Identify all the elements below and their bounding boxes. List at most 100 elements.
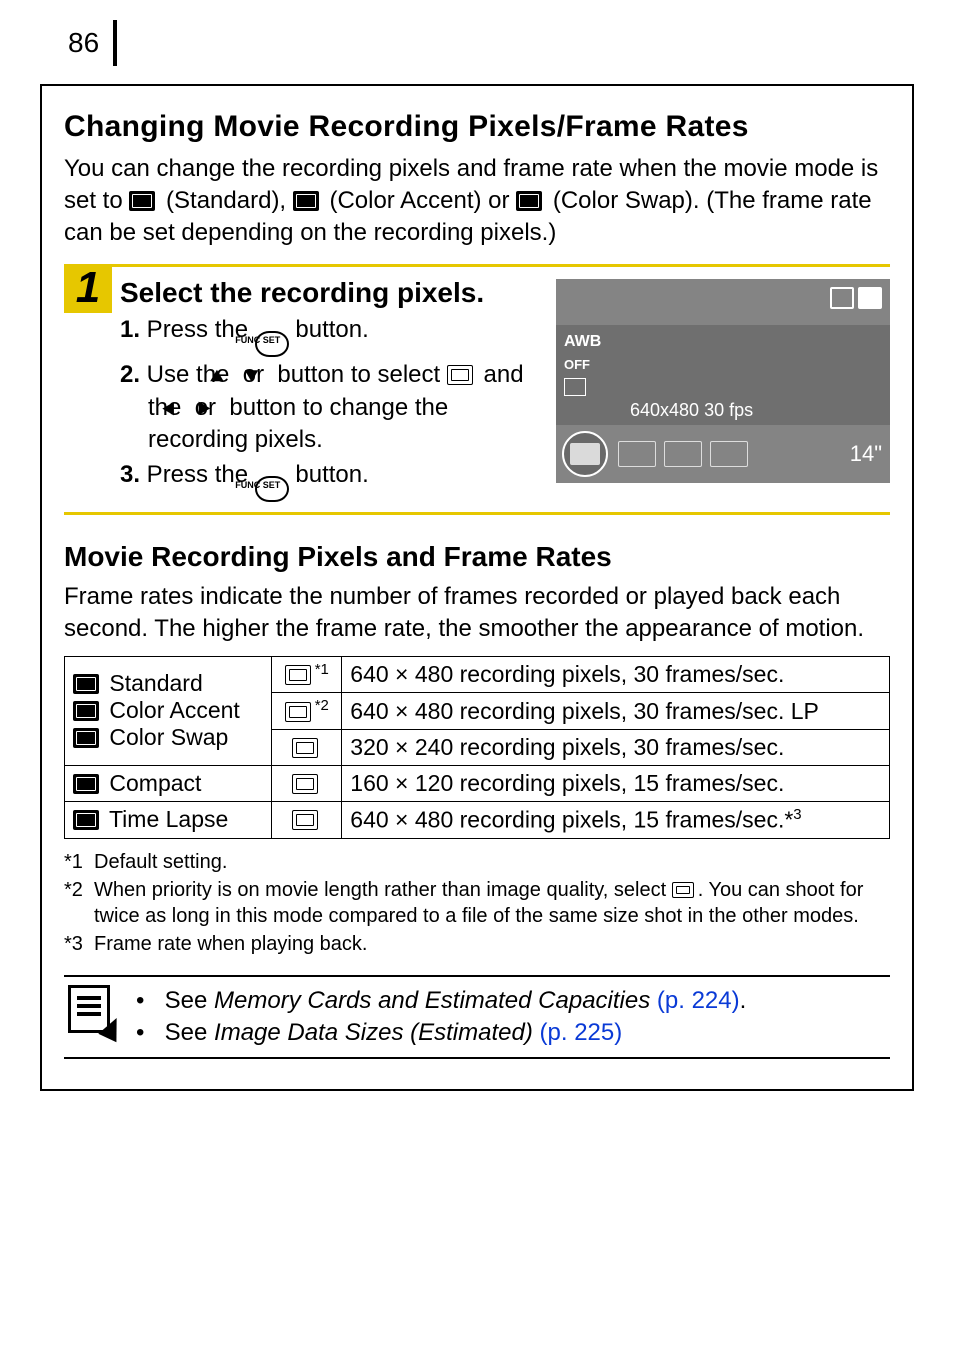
step-block: 1 AWB OFF 640x480 30 fps [64,264,890,515]
footnote-3: *3Frame rate when playing back. [64,931,890,957]
table-row: Standard Color Accent Color Swap *1 640 … [65,656,890,693]
footnote-2: *2When priority is on movie length rathe… [64,877,890,929]
preview-top-icons [830,287,882,309]
sup: *2 [315,697,329,714]
step-body: AWB OFF 640x480 30 fps 14" Select the re… [120,277,890,504]
mode-label: Compact [103,770,201,796]
color-accent-icon [73,701,99,721]
footnotes: *1Default setting. *2When priority is on… [64,849,890,957]
substep-3-num: 3. [120,461,140,488]
note-box: See Memory Cards and Estimated Capacitie… [64,975,890,1060]
res-640-icon [447,365,473,385]
desc-cell: 320 × 240 recording pixels, 30 frames/se… [342,729,890,765]
res-640-icon [292,810,318,830]
desc-cell: 160 × 120 recording pixels, 15 frames/se… [342,765,890,801]
page: 86 Changing Movie Recording Pixels/Frame… [0,0,954,1131]
res-160-icon [292,774,318,794]
mode-label: Color Accent [103,697,240,723]
preview-res-opt-2 [664,441,702,467]
footnote-key: *3 [64,931,94,957]
substep-2-num: 2. [120,361,140,388]
color-accent-icon [293,191,319,211]
desc-cell: 640 × 480 recording pixels, 30 frames/se… [342,693,890,730]
modes-cell: Time Lapse [65,801,272,838]
note-italic: Image Data Sizes (Estimated) [214,1019,533,1046]
note-list: See Memory Cards and Estimated Capacitie… [136,985,746,1050]
preview-selected-res-inner [570,443,600,465]
footnote-text: Default setting. [94,849,227,875]
footnote-text: Frame rate when playing back. [94,931,367,957]
section1-intro: You can change the recording pixels and … [64,153,890,250]
time-lapse-icon [73,810,99,830]
footnote-1: *1Default setting. [64,849,890,875]
desc-text: 640 × 480 recording pixels, 15 frames/se… [350,807,793,833]
pix-cell: *1 [272,656,342,693]
modes-cell: Compact [65,765,272,801]
header-divider [113,20,117,66]
content-frame: Changing Movie Recording Pixels/Frame Ra… [40,84,914,1091]
preview-bottom-row: 14" [562,431,882,477]
preview-osd: 640x480 30 fps [630,400,753,421]
note-dot: . [740,987,747,1014]
table-row: Time Lapse 640 × 480 recording pixels, 1… [65,801,890,838]
res-640-icon [285,665,311,685]
pix-cell [272,801,342,838]
intro-text-c: (Color Accent) or [323,187,516,214]
substep-3-text-b: button. [289,461,369,488]
res-320-icon [292,738,318,758]
color-swap-icon [73,728,99,748]
mode-label: Standard [103,670,203,696]
step-number: 1 [64,267,112,313]
sup: *1 [315,661,329,678]
pix-cell [272,729,342,765]
compact-icon [73,774,99,794]
substep-1-num: 1. [120,316,140,343]
pix-cell: *2 [272,693,342,730]
note-text: See [165,987,214,1014]
func-set-button-icon-2: FUNC SET [255,476,289,502]
note-link[interactable]: (p. 224) [650,987,739,1014]
section-heading-1: Changing Movie Recording Pixels/Frame Ra… [64,110,890,145]
note-link[interactable]: (p. 225) [533,1019,622,1046]
movie-standard-icon [129,191,155,211]
color-swap-icon [516,191,542,211]
note-italic: Memory Cards and Estimated Capacities [214,987,650,1014]
note-text: See [165,1019,214,1046]
section2-intro: Frame rates indicate the number of frame… [64,581,890,646]
preview-time: 14" [850,441,882,467]
footnote-text-a: When priority is on movie length rather … [94,879,672,901]
desc-cell: 640 × 480 recording pixels, 15 frames/se… [342,801,890,838]
substep-1-text-b: button. [289,316,369,343]
footnote-key: *2 [64,877,94,929]
section-heading-2: Movie Recording Pixels and Frame Rates [64,541,890,573]
page-number: 86 [68,27,99,59]
mode-label: Time Lapse [103,806,228,832]
sup: 3 [793,806,801,823]
note-icon [68,985,120,1037]
preview-res-opt-1 [618,441,656,467]
preview-movie-icon [858,287,882,309]
spec-table: Standard Color Accent Color Swap *1 640 … [64,656,890,839]
func-set-button-icon: FUNC SET [255,331,289,357]
preview-off: OFF [564,357,601,372]
desc-cell: 640 × 480 recording pixels, 30 frames/se… [342,656,890,693]
preview-metering-icon [564,378,586,396]
pix-cell [272,765,342,801]
note-item-1: See Memory Cards and Estimated Capacitie… [136,985,746,1017]
preview-selected-res [562,431,608,477]
preview-camera-icon [830,287,854,309]
intro-text-b: (Standard), [159,187,292,214]
preview-res-opt-3 [710,441,748,467]
page-header: 86 [0,20,954,66]
movie-standard-icon [73,674,99,694]
table-row: Compact 160 × 120 recording pixels, 15 f… [65,765,890,801]
footnote-key: *1 [64,849,94,875]
camera-preview: AWB OFF 640x480 30 fps 14" [556,279,890,483]
substep-2-text-c: button to select [271,361,447,388]
modes-cell: Standard Color Accent Color Swap [65,656,272,765]
mode-label: Color Swap [103,724,228,750]
res-640lp-icon [672,882,694,898]
note-item-2: See Image Data Sizes (Estimated) (p. 225… [136,1017,746,1049]
footnote-text: When priority is on movie length rather … [94,877,890,929]
preview-awb: AWB [564,333,601,351]
